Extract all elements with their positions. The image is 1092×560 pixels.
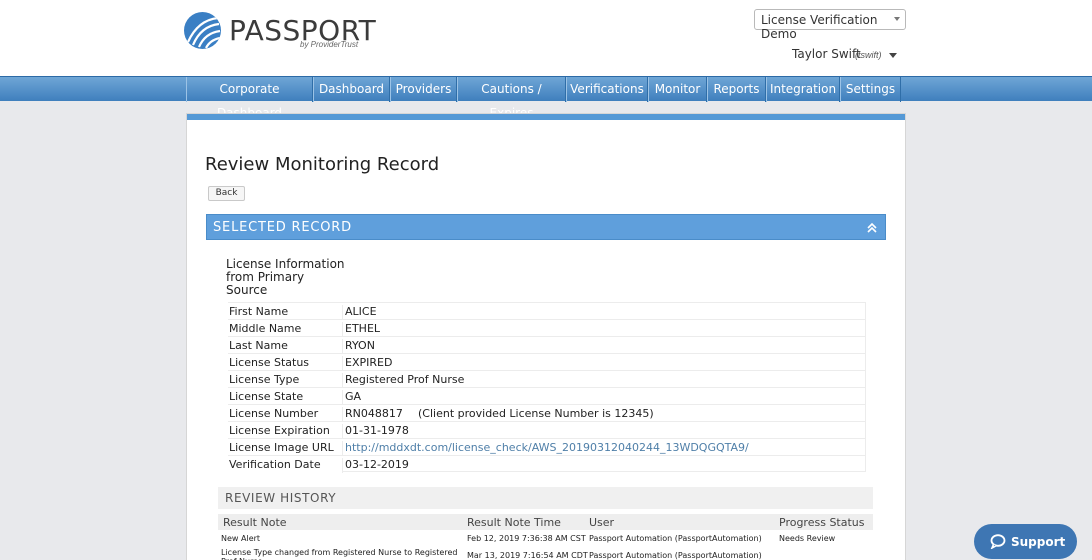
field-row-verification-date: Verification Date 03-12-2019: [228, 455, 866, 473]
license-image-link[interactable]: http://mddxdt.com/license_check/AWS_2019…: [342, 441, 866, 456]
back-button[interactable]: Back: [208, 186, 245, 201]
field-label: Last Name: [228, 339, 342, 354]
field-row-license-state: License State GA: [228, 387, 866, 405]
license-info-table: First Name ALICE Middle Name ETHEL Last …: [228, 302, 866, 473]
table-row[interactable]: New Alert Feb 12, 2019 7:36:38 AM CST Pa…: [218, 534, 873, 548]
user-name[interactable]: Taylor Swift: [792, 47, 861, 61]
nav-dashboard[interactable]: Dashboard: [313, 77, 390, 102]
client-license-note: (Client provided License Number is 12345…: [418, 407, 654, 420]
account-select-value: License Verification Demo: [761, 13, 878, 41]
field-value: ETHEL: [342, 322, 866, 337]
cell-user: Passport Automation (PassportAutomation): [589, 551, 762, 560]
cell-result-note: License Type changed from Registered Nur…: [221, 548, 458, 560]
cell-result-note: New Alert: [221, 534, 261, 543]
review-history-columns: Result Note Result Note Time User Progre…: [218, 514, 873, 530]
chevron-down-icon: [894, 17, 900, 21]
field-row-license-expiration: License Expiration 01-31-1978: [228, 421, 866, 439]
cell-result-time: Mar 13, 2019 7:16:54 AM CDT: [467, 551, 588, 560]
field-value: RYON: [342, 339, 866, 354]
review-history-header: REVIEW HISTORY: [218, 487, 873, 509]
top-header: PASSPORT by ProviderTrust License Verifi…: [0, 0, 1092, 76]
collapse-chevron-up-icon[interactable]: [867, 221, 877, 233]
field-label: Middle Name: [228, 322, 342, 337]
nav-monitor[interactable]: Monitor: [648, 77, 707, 102]
license-info-heading: License Information from Primary Source: [226, 257, 345, 297]
col-user[interactable]: User: [589, 516, 614, 529]
selected-record-title: SELECTED RECORD: [213, 220, 352, 235]
cell-user: Passport Automation (PassportAutomation): [589, 534, 762, 543]
col-result-note[interactable]: Result Note: [223, 516, 287, 529]
field-value: GA: [342, 390, 866, 405]
field-row-middle-name: Middle Name ETHEL: [228, 319, 866, 337]
col-progress-status[interactable]: Progress Status: [779, 516, 865, 529]
selected-record-header[interactable]: SELECTED RECORD: [206, 214, 886, 240]
logo-mark-icon: [184, 12, 221, 49]
field-label: License Status: [228, 356, 342, 371]
nav-integration[interactable]: Integration: [766, 77, 840, 102]
nav-settings[interactable]: Settings: [840, 77, 901, 102]
col-result-note-time[interactable]: Result Note Time: [467, 516, 561, 529]
nav-reports[interactable]: Reports: [707, 77, 766, 102]
field-row-license-image-url: License Image URL http://mddxdt.com/lice…: [228, 438, 866, 456]
review-history-title: REVIEW HISTORY: [225, 491, 337, 505]
cell-progress-status: Needs Review: [779, 534, 836, 543]
field-row-license-status: License Status EXPIRED: [228, 353, 866, 371]
selected-record-body: License Information from Primary Source …: [206, 240, 886, 560]
nav-providers[interactable]: Providers: [390, 77, 457, 102]
brand-tagline: by ProviderTrust: [300, 40, 359, 49]
nav-verifications[interactable]: Verifications: [566, 77, 648, 102]
field-value: ALICE: [342, 305, 866, 320]
field-label: Verification Date: [228, 458, 342, 473]
field-row-first-name: First Name ALICE: [228, 302, 866, 320]
field-row-license-number: License Number RN048817 (Client provided…: [228, 404, 866, 422]
chat-bubble-icon: [990, 534, 1006, 550]
field-value: EXPIRED: [342, 356, 866, 371]
field-label: License Expiration: [228, 424, 342, 439]
content-card: Review Monitoring Record Back SELECTED R…: [186, 113, 906, 560]
account-select[interactable]: License Verification Demo: [754, 9, 906, 41]
field-label: License State: [228, 390, 342, 405]
field-row-last-name: Last Name RYON: [228, 336, 866, 354]
field-row-license-type: License Type Registered Prof Nurse: [228, 370, 866, 388]
support-label: Support: [1011, 535, 1066, 549]
user-handle: (tswift): [855, 50, 882, 60]
field-value: Registered Prof Nurse: [342, 373, 866, 388]
page-title: Review Monitoring Record: [205, 154, 440, 175]
passport-logo[interactable]: PASSPORT by ProviderTrust: [184, 12, 376, 52]
cell-result-time: Feb 12, 2019 7:36:38 AM CST: [467, 534, 586, 543]
table-row[interactable]: License Type changed from Registered Nur…: [218, 548, 873, 560]
field-label: First Name: [228, 305, 342, 320]
field-value: 01-31-1978: [342, 424, 866, 439]
main-nav: Corporate Dashboard Dashboard Providers …: [0, 76, 1092, 120]
nav-corporate-dashboard[interactable]: Corporate Dashboard: [186, 77, 313, 120]
field-value: 03-12-2019: [342, 458, 866, 473]
card-accent-strip: [187, 114, 905, 120]
field-label: License Image URL: [228, 441, 342, 456]
field-label: License Number: [228, 407, 342, 422]
support-button[interactable]: Support: [974, 524, 1077, 559]
field-label: License Type: [228, 373, 342, 388]
nav-cautions-expires[interactable]: Cautions / Expires: [457, 77, 566, 120]
user-menu-caret-icon[interactable]: [889, 53, 897, 58]
